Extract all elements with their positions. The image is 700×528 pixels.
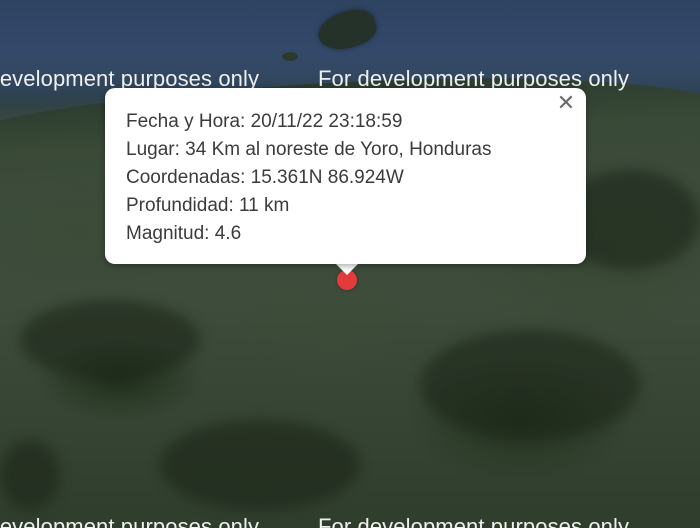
map-canvas[interactable]: For development purposes only For develo… [0, 0, 700, 528]
info-window: ✕ Fecha y Hora: 20/11/22 23:18:59 Lugar:… [105, 88, 586, 264]
date-time-line: Fecha y Hora: 20/11/22 23:18:59 [126, 111, 403, 132]
location-line: Lugar: 34 Km al noreste de Yoro, Hondura… [126, 139, 492, 160]
dev-watermark: For development purposes only [318, 514, 630, 528]
depth-line: Profundidad: 11 km [126, 195, 290, 216]
terrain-shade [420, 330, 640, 440]
islet [282, 52, 298, 61]
magnitude-line: Magnitud: 4.6 [126, 223, 242, 244]
terrain-shade [20, 300, 200, 380]
terrain-shade [160, 420, 360, 510]
close-icon[interactable]: ✕ [554, 92, 578, 116]
terrain-shade [0, 440, 60, 510]
dev-watermark: For development purposes only [0, 514, 260, 528]
coordinates-line: Coordenadas: 15.361N 86.924W [126, 167, 404, 188]
